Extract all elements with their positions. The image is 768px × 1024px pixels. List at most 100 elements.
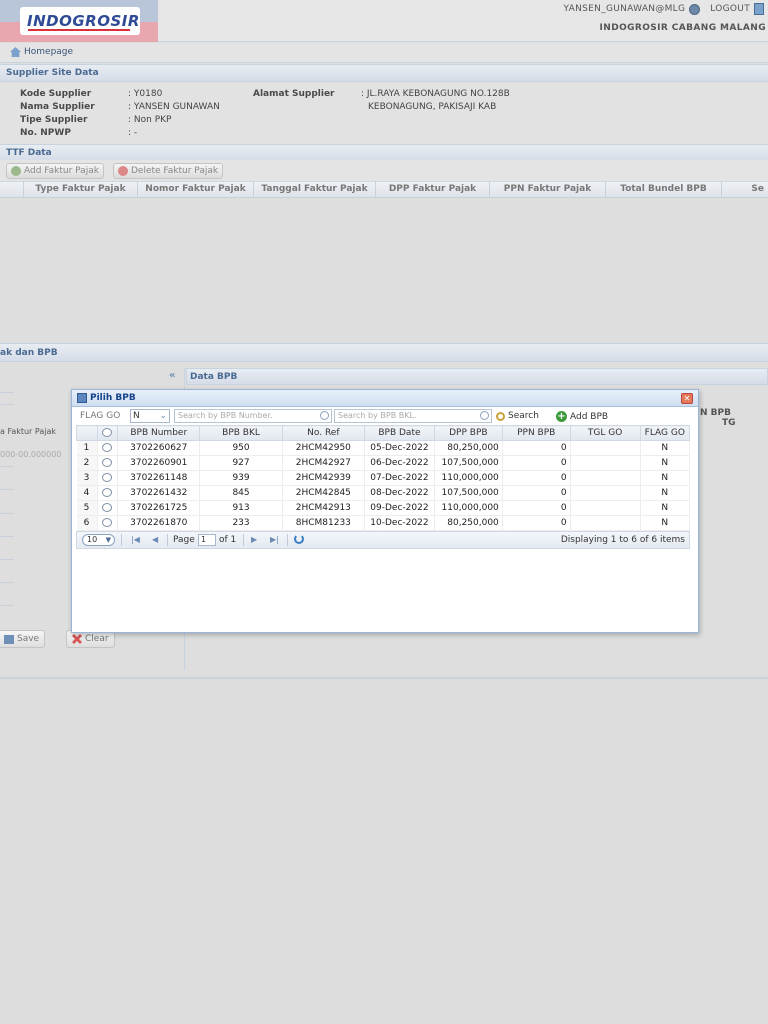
search-bpb-bkl-input[interactable]: Search by BPB BKL. (334, 409, 492, 423)
form-row-line (0, 513, 14, 514)
cell-bpb-number: 3702261870 (117, 515, 201, 531)
alamat-supplier-line1: : JL.RAYA KEBONAGUNG NO.128B (361, 89, 510, 99)
flag-go-select[interactable]: N ⌄ (130, 409, 170, 423)
last-page-icon[interactable]: ▶| (270, 535, 279, 544)
search-bpb-number-input[interactable]: Search by BPB Number. (174, 409, 332, 423)
page-label: Page (173, 535, 195, 545)
cell-bpb-date: 07-Dec-2022 (364, 470, 435, 486)
kode-supplier-label: Kode Supplier (20, 89, 92, 99)
table-row[interactable]: 2 3702260901 927 2HCM42927 06-Dec-2022 1… (76, 455, 691, 471)
collapse-left-icon[interactable]: « (169, 370, 175, 381)
add-bpb-button[interactable]: + Add BPB (556, 411, 608, 422)
refresh-icon[interactable] (294, 534, 304, 544)
cell-tgl-go (570, 485, 641, 501)
save-button[interactable]: Save (0, 630, 46, 648)
row-select[interactable] (97, 500, 119, 516)
col-ppn-bpb[interactable]: PPN BPB (501, 425, 571, 441)
col-tgl-go[interactable]: TGL GO (569, 425, 641, 441)
col-dpp-bpb[interactable]: DPP BPB (433, 425, 503, 441)
pagination-bar: 10 ▼ |◀ ◀ Page 1 of 1 ▶ ▶| Displaying 1 … (76, 531, 690, 549)
cell-bpb-number: 3702260901 (117, 455, 201, 471)
table-row[interactable]: 5 3702261725 913 2HCM42913 09-Dec-2022 1… (76, 500, 691, 516)
table-row[interactable]: 6 3702261870 233 8HCM81233 10-Dec-2022 8… (76, 515, 691, 531)
logo[interactable]: INDOGROSIR (20, 7, 140, 35)
ttf-col-tanggal[interactable]: Tanggal Faktur Pajak (254, 182, 376, 197)
next-page-icon[interactable]: ▶ (251, 535, 257, 544)
form-row-line (0, 605, 14, 606)
cell-flag-go: N (640, 455, 691, 471)
display-info: Displaying 1 to 6 of 6 items (560, 535, 685, 545)
table-row[interactable]: 1 3702260627 950 2HCM42950 05-Dec-2022 8… (76, 440, 691, 456)
alamat-supplier-line2: KEBONAGUNG, PAKISAJI KAB (368, 102, 497, 112)
form-row-line (0, 392, 14, 393)
data-bpb-partial-columns: N BPB TG (700, 408, 768, 428)
row-select[interactable] (97, 515, 119, 531)
first-page-icon[interactable]: |◀ (131, 535, 140, 544)
logout-link[interactable]: LOGOUT (710, 4, 750, 14)
row-select[interactable] (97, 455, 119, 471)
cell-bpb-bkl: 950 (199, 440, 283, 456)
search-button[interactable]: Search (496, 411, 539, 421)
search-icon (480, 411, 489, 420)
row-select[interactable] (97, 485, 119, 501)
col-no-ref[interactable]: No. Ref (281, 425, 365, 441)
plus-icon: + (556, 411, 567, 422)
chevron-down-icon: ⌄ (159, 411, 167, 421)
chevron-down-icon: ▼ (105, 536, 111, 544)
row-radio[interactable] (102, 503, 113, 512)
logout-icon[interactable] (754, 3, 764, 15)
ttf-panel: Add Faktur Pajak Delete Faktur Pajak Typ… (0, 160, 768, 343)
ttf-col-partial[interactable]: Se (722, 182, 768, 197)
cell-dpp-bpb: 110,000,000 (434, 470, 503, 486)
select-all-radio[interactable] (102, 428, 113, 437)
col-bpb-date[interactable]: BPB Date (363, 425, 435, 441)
row-radio[interactable] (102, 518, 113, 527)
page-size-select[interactable]: 10 ▼ (82, 534, 115, 546)
page-size-value: 10 (87, 535, 98, 544)
add-faktur-pajak-label: Add Faktur Pajak (24, 166, 99, 176)
ttf-col-type[interactable]: Type Faktur Pajak (24, 182, 138, 197)
table-row[interactable]: 4 3702261432 845 2HCM42845 08-Dec-2022 1… (76, 485, 691, 501)
lower-empty-area (0, 677, 768, 1024)
bpb-grid-header: BPB Number BPB BKL No. Ref BPB Date DPP … (76, 425, 691, 441)
row-select[interactable] (97, 470, 119, 486)
row-radio[interactable] (102, 443, 113, 452)
col-bpb-bkl[interactable]: BPB BKL (199, 425, 283, 441)
npwp-value: : - (128, 128, 138, 138)
faktur-pajak-input[interactable]: 000-00.000000 (0, 450, 61, 459)
row-radio[interactable] (102, 458, 113, 467)
select-header (96, 425, 119, 441)
tipe-supplier-value: : Non PKP (128, 115, 172, 125)
row-select[interactable] (97, 440, 119, 456)
cell-dpp-bpb: 110,000,000 (434, 500, 503, 516)
cell-ppn-bpb: 0 (502, 440, 571, 456)
page-number-input[interactable]: 1 (198, 534, 216, 546)
ttf-col-total[interactable]: Total Bundel BPB (606, 182, 722, 197)
close-icon[interactable]: ✕ (681, 393, 693, 404)
ttf-col-nomor[interactable]: Nomor Faktur Pajak (138, 182, 254, 197)
ttf-col-ppn[interactable]: PPN Faktur Pajak (490, 182, 606, 197)
cell-no-ref: 2HCM42950 (282, 440, 365, 456)
cell-bpb-date: 08-Dec-2022 (364, 485, 435, 501)
row-number: 5 (76, 500, 98, 516)
window-icon (77, 393, 87, 403)
row-number: 6 (76, 515, 98, 531)
delete-faktur-pajak-button[interactable]: Delete Faktur Pajak (113, 163, 224, 179)
row-radio[interactable] (102, 488, 113, 497)
col-bpb-number[interactable]: BPB Number (117, 425, 201, 441)
add-faktur-pajak-button[interactable]: Add Faktur Pajak (6, 163, 104, 179)
prev-page-icon[interactable]: ◀ (152, 535, 158, 544)
cell-bpb-date: 10-Dec-2022 (364, 515, 435, 531)
form-row-line (0, 582, 14, 583)
pager-separator (243, 534, 244, 546)
homepage-link[interactable]: Homepage (10, 47, 73, 57)
ttf-col-dpp[interactable]: DPP Faktur Pajak (376, 182, 490, 197)
cell-dpp-bpb: 80,250,000 (434, 440, 503, 456)
cell-no-ref: 2HCM42913 (282, 500, 365, 516)
col-flag-go[interactable]: FLAG GO (639, 425, 691, 441)
user-name: YANSEN_GUNAWAN@MLG (563, 4, 686, 14)
row-radio[interactable] (102, 473, 113, 482)
table-row[interactable]: 3 3702261148 939 2HCM42939 07-Dec-2022 1… (76, 470, 691, 486)
cell-no-ref: 2HCM42939 (282, 470, 365, 486)
dialog-title-bar[interactable]: Pilih BPB ✕ (72, 390, 698, 407)
